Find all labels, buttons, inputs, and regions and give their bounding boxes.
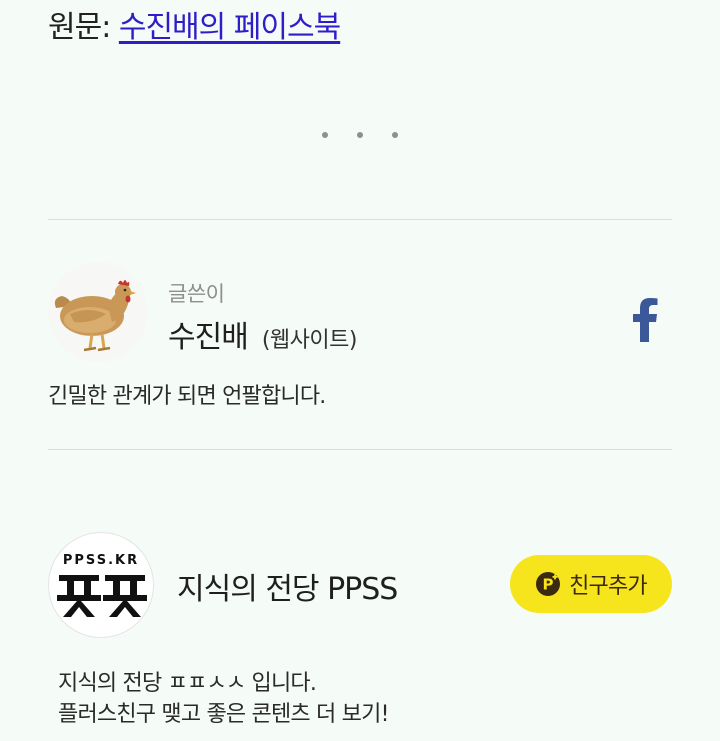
ppss-name: 지식의 전당 PPSS: [177, 572, 398, 607]
add-friend-label: 친구추가: [569, 574, 648, 599]
author-website-link[interactable]: (웹사이트): [262, 322, 358, 354]
author-avatar: [48, 262, 148, 362]
author-name: 수진배: [168, 320, 249, 355]
divider-middle: [48, 449, 672, 450]
source-prefix: 원문:: [48, 10, 119, 45]
author-caption: 글쓴이: [168, 282, 225, 306]
divider-top: [48, 219, 672, 220]
ppss-description: 지식의 전당 ㅍㅍㅅㅅ 입니다. 플러스친구 맺고 좋은 콘텐츠 더 보기!: [58, 668, 389, 730]
source-facebook-link[interactable]: 수진배의 페이스북: [119, 10, 341, 45]
source-line: 원문: 수진배의 페이스북: [48, 8, 341, 48]
add-friend-button[interactable]: P 친구추가: [510, 555, 672, 613]
ellipsis-dot: [357, 132, 363, 138]
ellipsis-dot: [392, 132, 398, 138]
section-ellipsis: [0, 132, 720, 138]
ppss-logo-text: PPSS.KR: [62, 553, 140, 568]
ppss-description-line: 플러스친구 맺고 좋은 콘텐츠 더 보기!: [58, 702, 389, 727]
svg-text:P: P: [543, 576, 554, 594]
chicken-icon: [48, 262, 148, 362]
kakao-plus-friend-icon: P: [536, 572, 561, 596]
author-name-row: 수진배 (웹사이트): [168, 312, 357, 356]
ppss-description-line: 지식의 전당 ㅍㅍㅅㅅ 입니다.: [58, 671, 317, 696]
ppss-logo-glyph-icon: [57, 575, 147, 617]
author-bio: 긴밀한 관계가 되면 언팔합니다.: [48, 384, 326, 409]
ellipsis-dot: [322, 132, 328, 138]
ppss-logo[interactable]: PPSS.KR: [48, 532, 154, 638]
facebook-icon[interactable]: [630, 298, 662, 342]
